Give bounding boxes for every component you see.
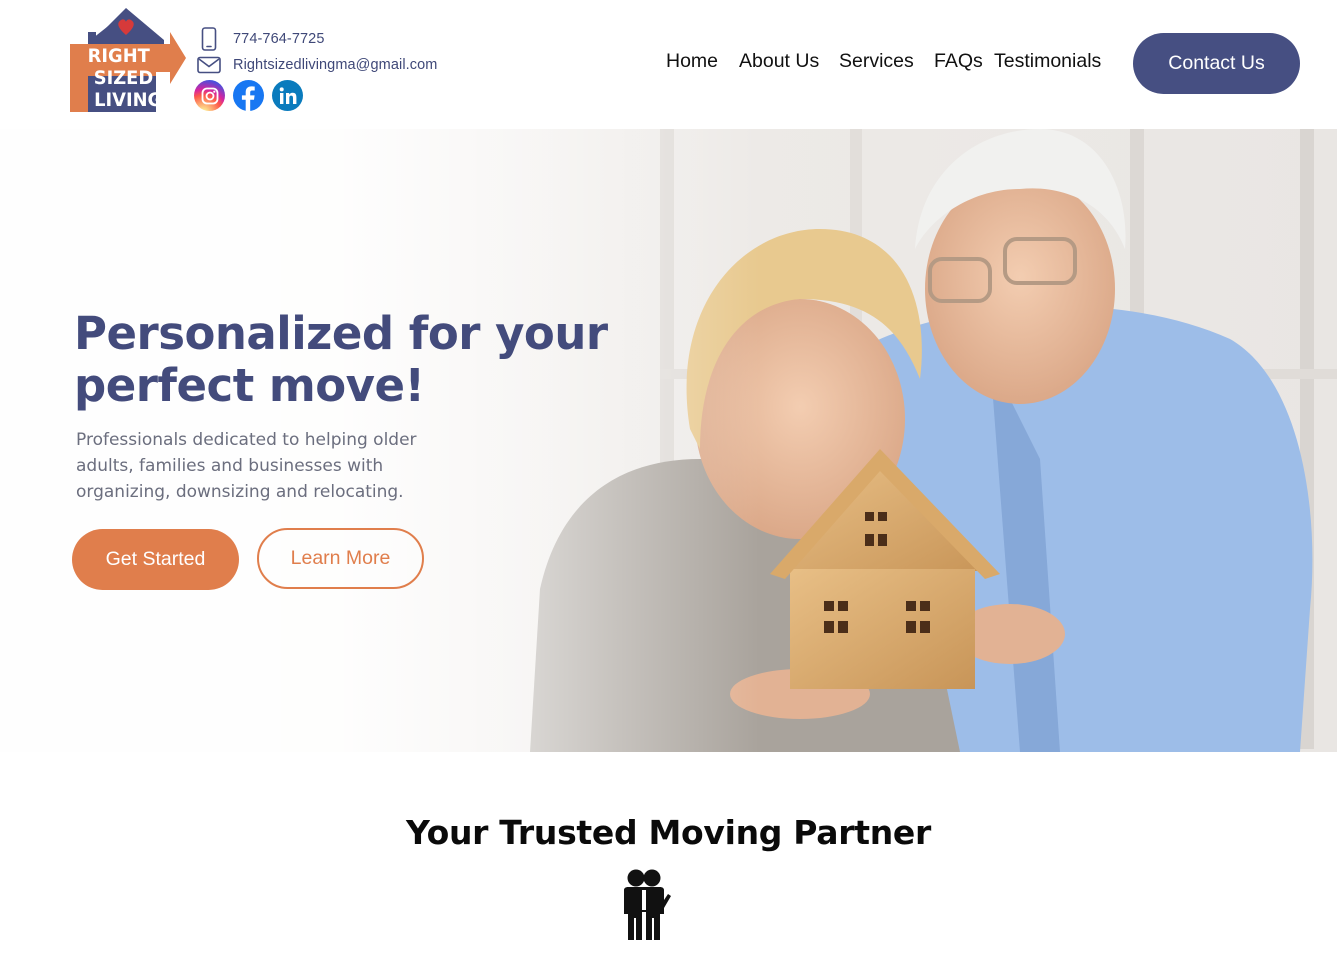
logo-line-3: LIVING xyxy=(94,90,162,112)
phone-row[interactable]: 774-764-7725 xyxy=(196,26,466,52)
nav-faqs[interactable]: FAQs xyxy=(934,50,983,73)
facebook-icon[interactable] xyxy=(233,80,264,111)
hero-title: Personalized for your perfect move! xyxy=(74,307,608,412)
nav-home[interactable]: Home xyxy=(666,50,718,73)
nav-services[interactable]: Services xyxy=(839,50,914,73)
phone-icon xyxy=(196,26,222,52)
nav-testimonials[interactable]: Testimonials xyxy=(994,50,1101,73)
get-started-button[interactable]: Get Started xyxy=(72,529,239,590)
nav-about-us[interactable]: About Us xyxy=(739,50,819,73)
site-header: RIGHT SIZED LIVING 774-764-7725 Rightsiz… xyxy=(0,0,1337,129)
people-icon xyxy=(624,869,671,940)
hero-section: Personalized for your perfect move! Prof… xyxy=(0,129,1337,752)
contact-us-button[interactable]: Contact Us xyxy=(1133,33,1300,94)
hero-subtitle: Professionals dedicated to helping older… xyxy=(76,430,417,502)
phone-number[interactable]: 774-764-7725 xyxy=(233,31,325,47)
section-title: Your Trusted Moving Partner xyxy=(406,813,931,852)
instagram-icon[interactable] xyxy=(194,80,225,111)
linkedin-icon[interactable] xyxy=(272,80,303,111)
learn-more-button[interactable]: Learn More xyxy=(257,528,424,589)
social-links xyxy=(194,80,303,111)
